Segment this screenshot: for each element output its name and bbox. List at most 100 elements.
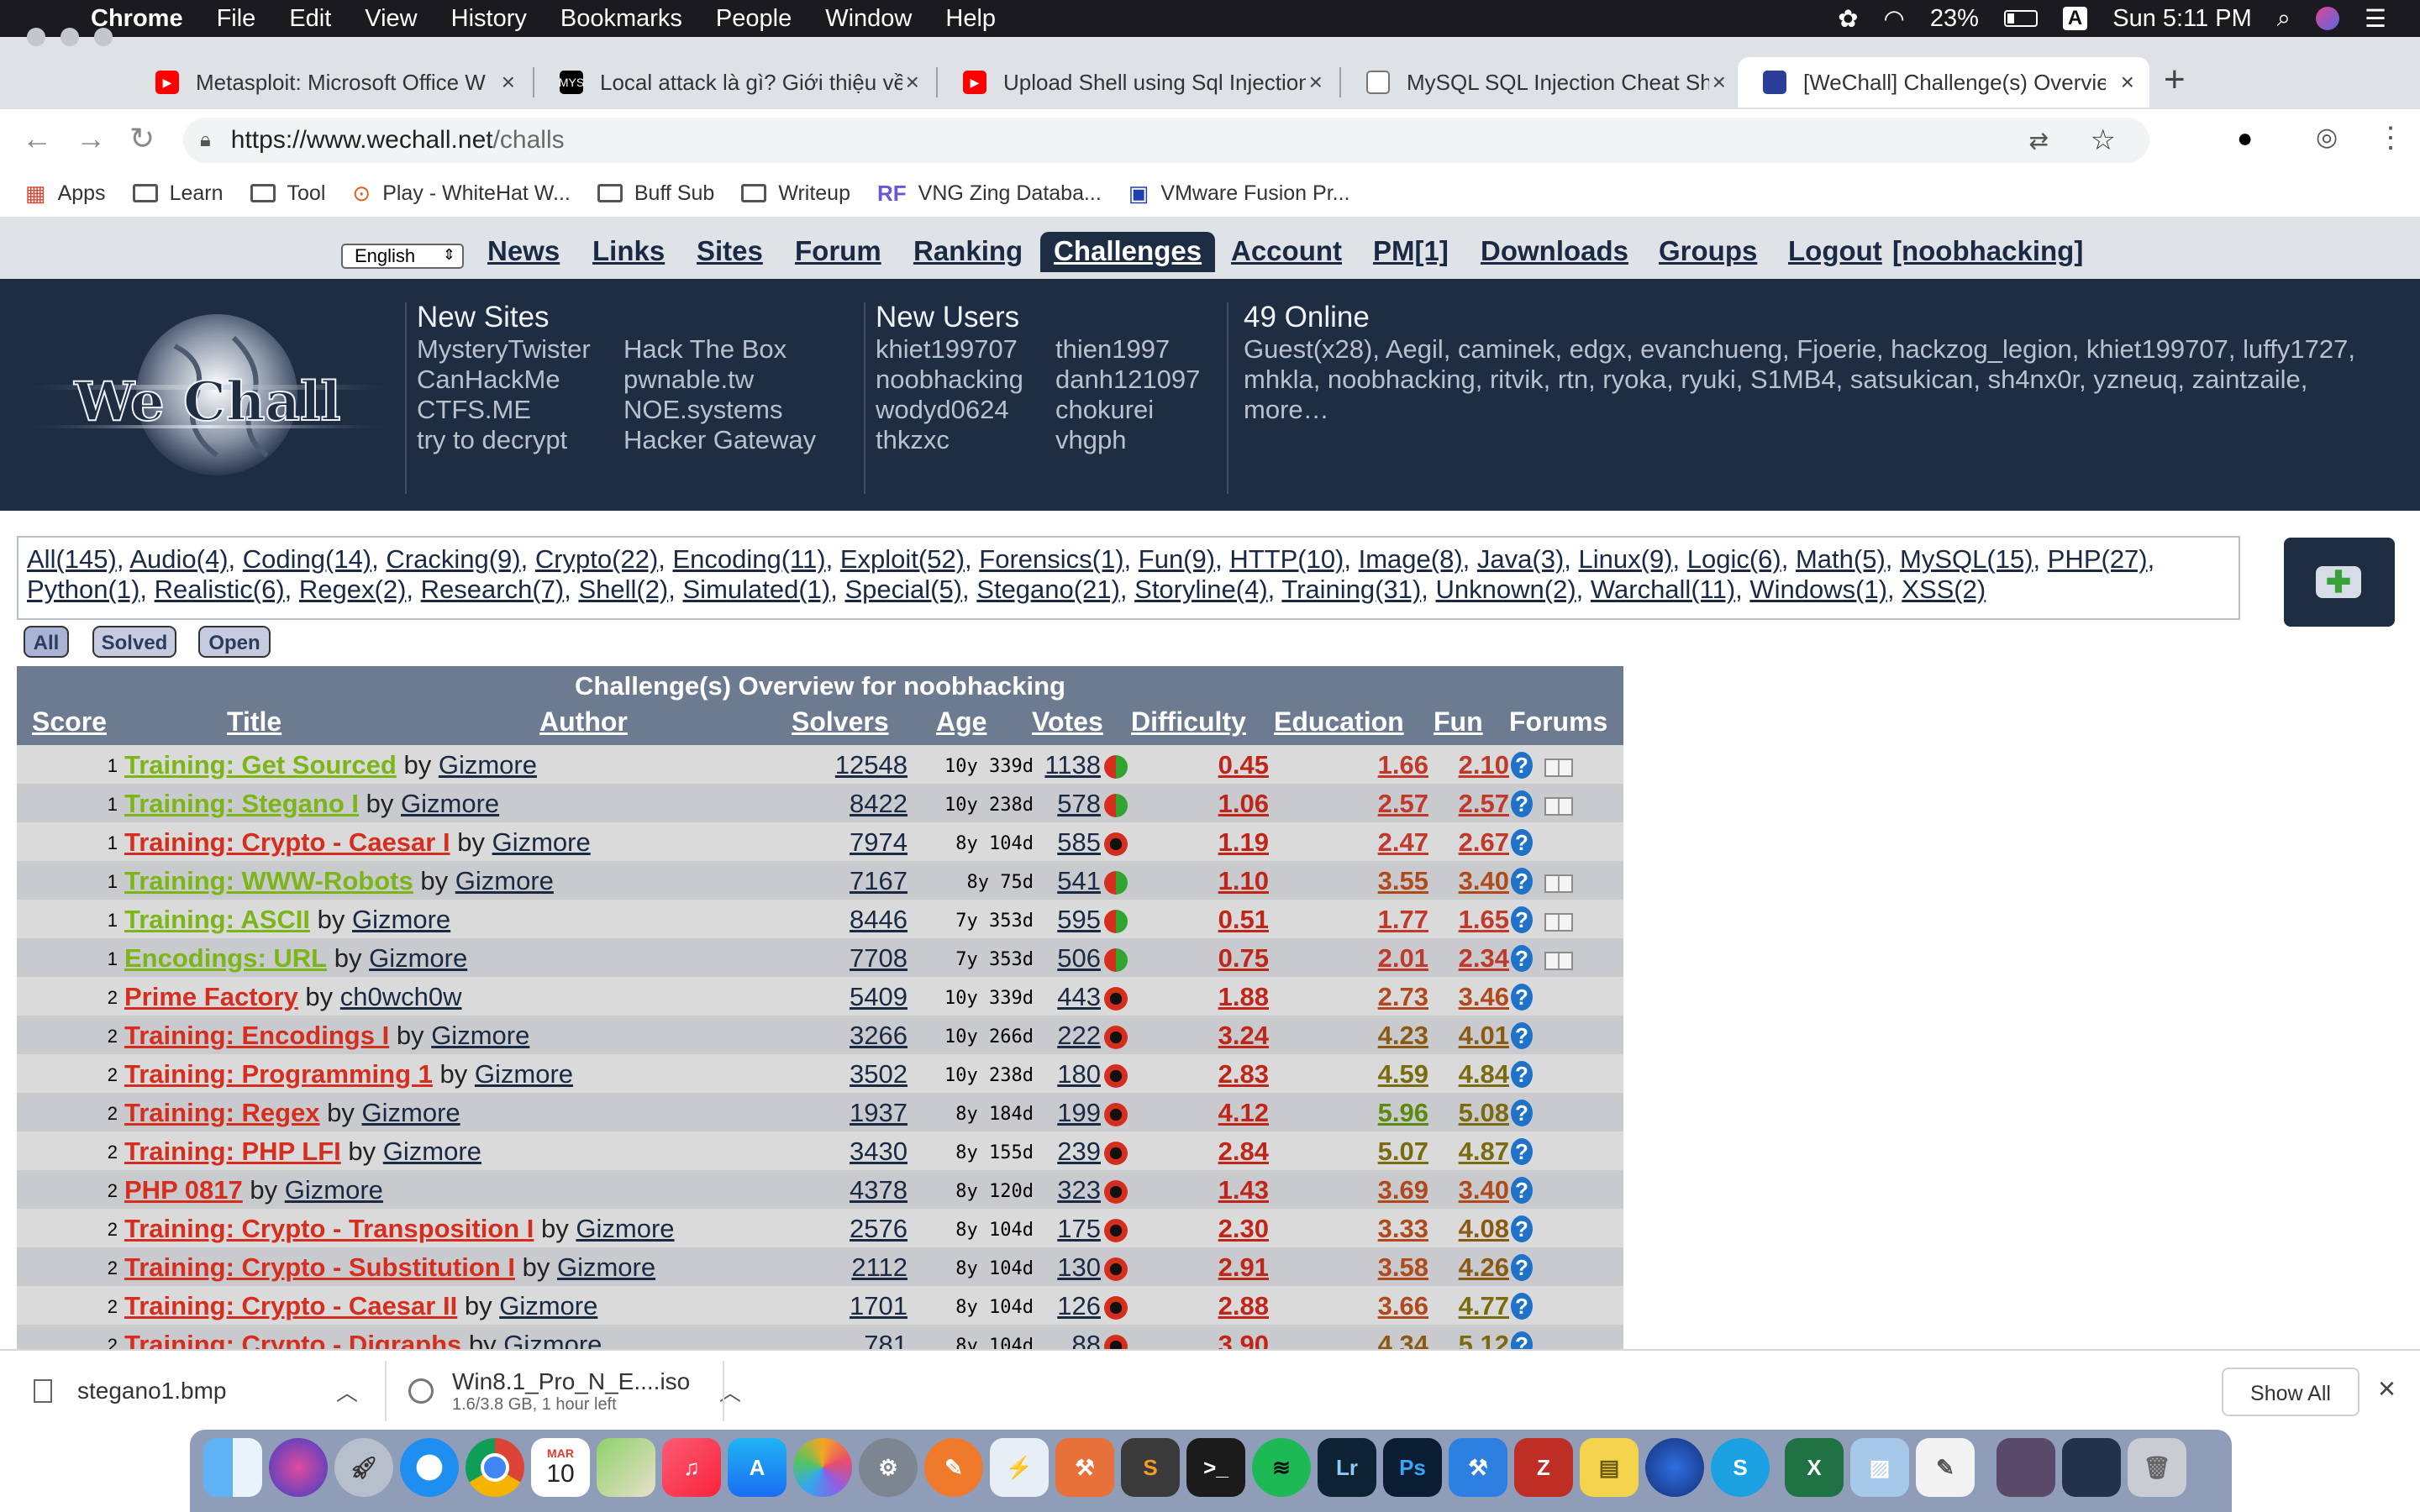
solvers-link[interactable]: 3430 [807, 1137, 908, 1167]
category-link[interactable]: Simulated(1) [683, 575, 831, 604]
nav-news[interactable]: News [487, 235, 560, 267]
solvers-link[interactable]: 4378 [807, 1175, 908, 1205]
challenge-link[interactable]: Training: Crypto - Caesar II [124, 1291, 457, 1320]
difficulty-value[interactable]: 3.90 [1176, 1330, 1269, 1349]
vote-status-icon[interactable] [1104, 1026, 1128, 1049]
photoshop-icon[interactable]: Ps [1383, 1438, 1442, 1497]
tab-metasploit[interactable]: ▶ Metasploit: Microsoft Office W × [130, 57, 530, 108]
minimized-window-icon[interactable] [2062, 1438, 2121, 1497]
votes-link[interactable]: 239 [1025, 1137, 1101, 1167]
votes-link[interactable]: 126 [1025, 1291, 1101, 1321]
difficulty-value[interactable]: 1.10 [1176, 866, 1269, 896]
author-link[interactable]: Gizmore [431, 1021, 529, 1050]
education-value[interactable]: 2.57 [1336, 789, 1428, 819]
safari-icon[interactable] [400, 1438, 459, 1497]
difficulty-value[interactable]: 4.12 [1176, 1098, 1269, 1128]
difficulty-value[interactable]: 3.24 [1176, 1021, 1269, 1051]
header-age[interactable]: Age [936, 706, 986, 738]
bookmark-learn[interactable]: Learn [132, 181, 224, 206]
difficulty-value[interactable]: 2.84 [1176, 1137, 1269, 1167]
help-question-icon[interactable]: ? [1511, 1215, 1533, 1242]
category-link[interactable]: Encoding(11) [673, 544, 826, 574]
difficulty-value[interactable]: 2.30 [1176, 1214, 1269, 1244]
category-link[interactable]: Cracking(9) [386, 544, 520, 574]
input-source[interactable]: A [2062, 7, 2088, 30]
help-question-icon[interactable]: ? [1511, 1100, 1533, 1126]
tab-upload-shell[interactable]: ▶ Upload Shell using Sql Injection × [938, 57, 1338, 108]
excel-icon[interactable]: X [1785, 1438, 1844, 1497]
category-link[interactable]: Linux(9) [1579, 544, 1673, 574]
tab-wechall[interactable]: [WeChall] Challenge(s) Overvie × [1738, 57, 2149, 108]
category-link[interactable]: Training(31) [1281, 575, 1421, 604]
education-value[interactable]: 3.58 [1336, 1252, 1428, 1283]
menu-window[interactable]: Window [825, 5, 912, 33]
challenge-link[interactable]: Training: Programming 1 [124, 1059, 433, 1089]
fun-value[interactable]: 4.26 [1428, 1252, 1509, 1283]
preview-icon[interactable]: ▨ [1850, 1438, 1909, 1497]
fun-value[interactable]: 3.46 [1428, 982, 1509, 1012]
help-question-icon[interactable]: ? [1511, 945, 1533, 972]
bookmark-writeup[interactable]: Writeup [741, 181, 850, 206]
author-link[interactable]: Gizmore [369, 943, 467, 973]
category-link[interactable]: Python(1) [27, 575, 139, 604]
category-link[interactable]: Shell(2) [578, 575, 668, 604]
xcode-icon[interactable]: ⚒ [1449, 1438, 1507, 1497]
category-link[interactable]: Forensics(1) [979, 544, 1123, 574]
tab-close-icon[interactable]: × [502, 69, 515, 96]
wifi-icon[interactable]: ◠ [1884, 4, 1905, 34]
header-difficulty[interactable]: Difficulty [1131, 706, 1246, 738]
help-question-icon[interactable]: ? [1511, 868, 1533, 895]
category-link[interactable]: Regex(2) [299, 575, 407, 604]
online-list-line[interactable]: Guest(x28), Aegil, caminek, edgx, evanch… [1244, 334, 2355, 365]
nav-account[interactable]: Account [1231, 235, 1342, 267]
solvers-link[interactable]: 8422 [807, 789, 908, 819]
author-link[interactable]: Gizmore [383, 1137, 481, 1166]
solvers-link[interactable]: 2112 [807, 1252, 908, 1283]
difficulty-value[interactable]: 1.19 [1176, 827, 1269, 858]
difficulty-value[interactable]: 2.88 [1176, 1291, 1269, 1321]
vote-status-icon[interactable] [1104, 1180, 1128, 1204]
nav-forum[interactable]: Forum [795, 235, 881, 267]
help-question-icon[interactable]: ? [1511, 984, 1533, 1011]
author-link[interactable]: ch0wch0w [340, 982, 462, 1011]
votes-link[interactable]: 541 [1025, 866, 1101, 896]
new-site-link[interactable]: CTFS.ME [417, 395, 591, 425]
fun-value[interactable]: 5.08 [1428, 1098, 1509, 1128]
solvers-link[interactable]: 1937 [807, 1098, 908, 1128]
vote-status-icon[interactable] [1104, 1219, 1128, 1242]
tab-mysql-cheat-sheet[interactable]: MySQL SQL Injection Cheat Sh × [1341, 57, 1741, 108]
vote-status-icon[interactable] [1104, 794, 1128, 817]
votes-link[interactable]: 175 [1025, 1214, 1101, 1244]
reload-icon[interactable]: ↻ [129, 121, 155, 156]
forum-book-icon[interactable] [1544, 797, 1573, 816]
siri-icon[interactable] [269, 1438, 328, 1497]
sublime-icon[interactable]: S [1121, 1438, 1180, 1497]
author-link[interactable]: Gizmore [557, 1252, 655, 1282]
help-question-icon[interactable]: ? [1511, 1254, 1533, 1281]
author-link[interactable]: Gizmore [492, 827, 591, 857]
solvers-link[interactable]: 5409 [807, 982, 908, 1012]
education-value[interactable]: 4.59 [1336, 1059, 1428, 1089]
nav-challenges[interactable]: Challenges [1040, 232, 1216, 272]
tools-icon[interactable]: ⚒ [1055, 1438, 1114, 1497]
lightning-icon[interactable]: ⚡ [990, 1438, 1049, 1497]
category-link[interactable]: Realistic(6) [155, 575, 285, 604]
help-question-icon[interactable]: ? [1511, 752, 1533, 779]
download-item[interactable]: Win8.1_Pro_N_E....iso 1.6/3.8 GB, 1 hour… [408, 1351, 741, 1431]
difficulty-value[interactable]: 1.88 [1176, 982, 1269, 1012]
battery-percent[interactable]: 23% [1930, 5, 1979, 33]
new-site-link[interactable]: NOE.systems [623, 395, 816, 425]
header-author[interactable]: Author [539, 706, 628, 738]
fun-value[interactable]: 3.40 [1428, 1175, 1509, 1205]
category-link[interactable]: Math(5) [1796, 544, 1886, 574]
education-value[interactable]: 1.77 [1336, 905, 1428, 935]
nav-pm[interactable]: PM[1] [1373, 235, 1449, 267]
notes-icon[interactable]: ▤ [1580, 1438, 1639, 1497]
challenge-link[interactable]: Training: Get Sourced [124, 750, 397, 780]
help-question-icon[interactable]: ? [1511, 906, 1533, 933]
education-value[interactable]: 4.34 [1336, 1330, 1428, 1349]
pinwheel-icon[interactable]: ✿ [1838, 4, 1858, 34]
challenge-link[interactable]: PHP 0817 [124, 1175, 243, 1205]
education-value[interactable]: 3.66 [1336, 1291, 1428, 1321]
category-link[interactable]: Storyline(4) [1134, 575, 1268, 604]
